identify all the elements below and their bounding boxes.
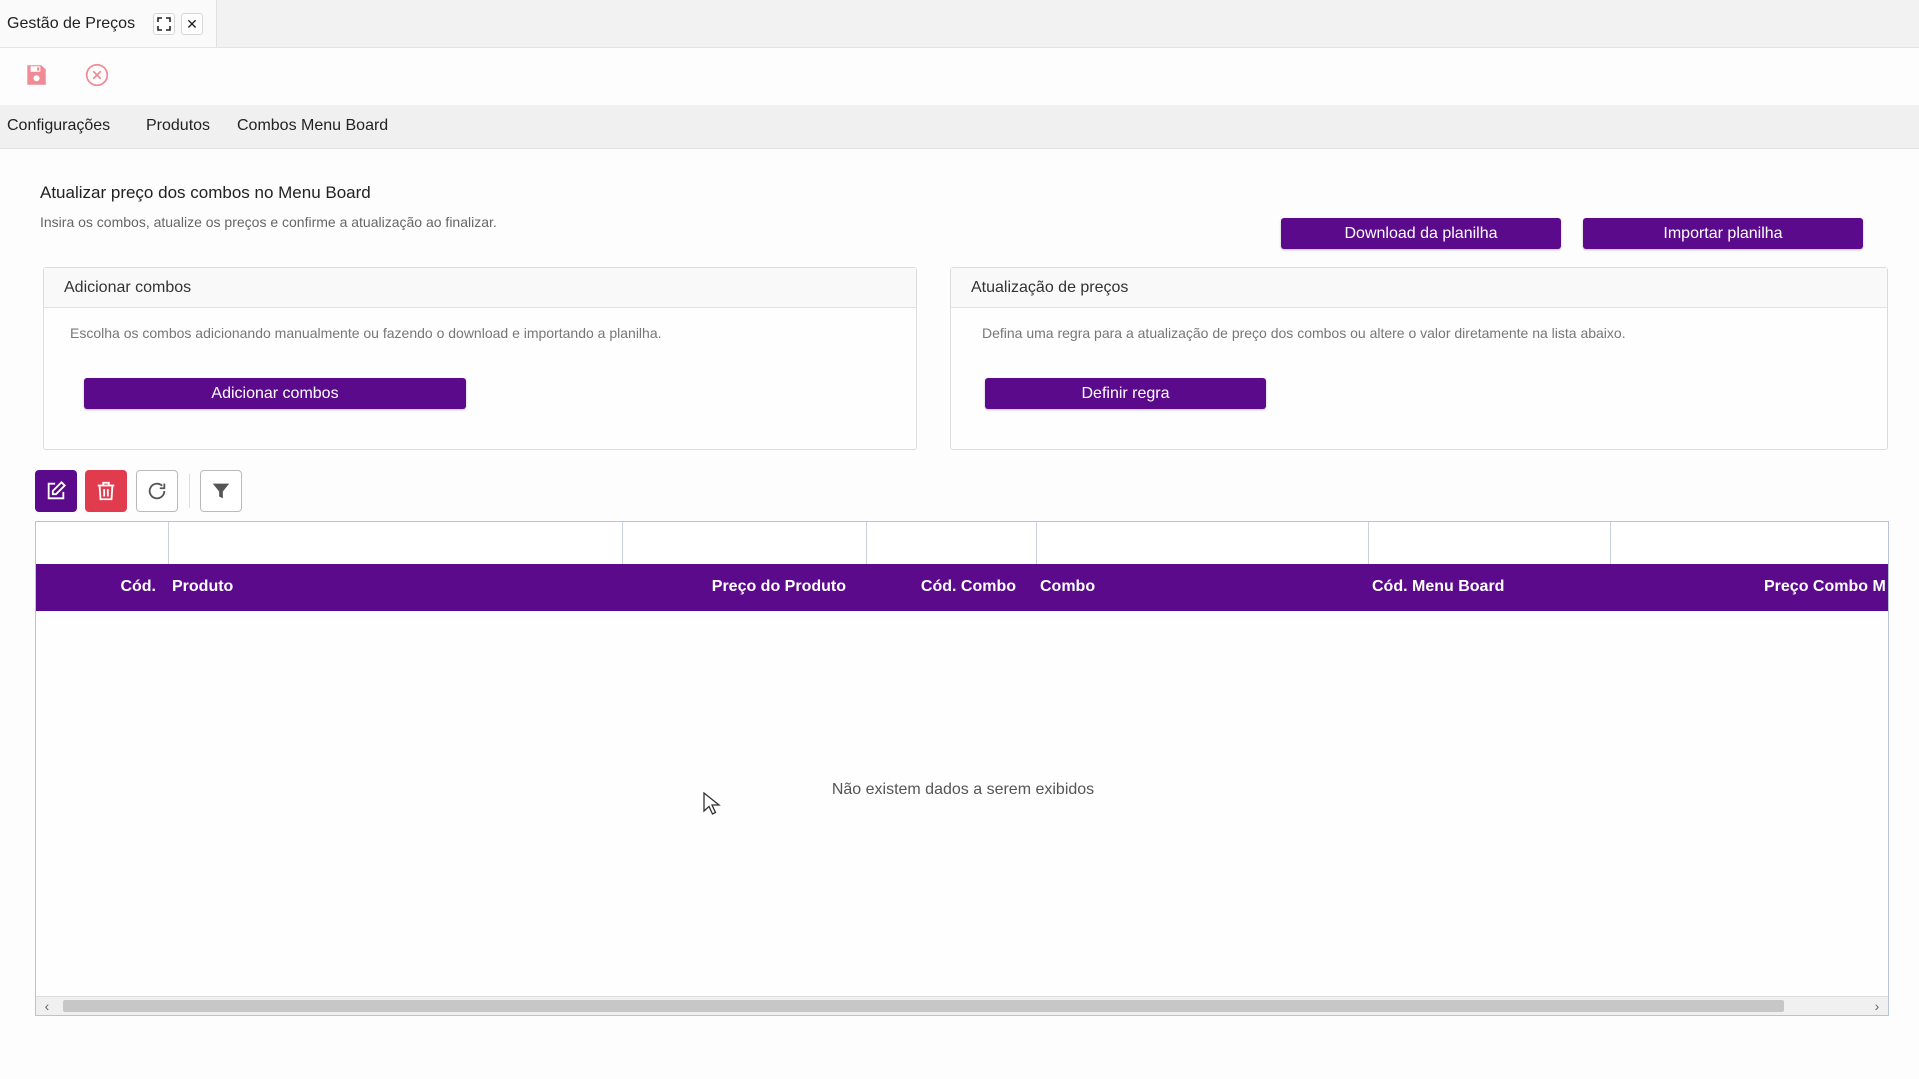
page-subtitle: Insira os combos, atualize os preços e c…	[40, 214, 497, 230]
add-combos-card-title: Adicionar combos	[64, 279, 192, 296]
nav-item-combos-menu-board[interactable]: Combos Menu Board	[237, 117, 388, 135]
nav-item-produtos[interactable]: Produtos	[146, 117, 210, 135]
price-update-card-title: Atualização de preços	[971, 279, 1129, 296]
combos-grid: Cód. Produto Preço do Produto Cód. Combo…	[35, 521, 1889, 1016]
define-rule-button[interactable]: Definir regra	[985, 378, 1266, 409]
import-spreadsheet-button[interactable]: Importar planilha	[1583, 218, 1863, 249]
column-header-cod-combo[interactable]: Cód. Combo	[870, 578, 1016, 596]
column-header-produto[interactable]: Produto	[172, 578, 233, 596]
save-icon[interactable]	[23, 62, 49, 88]
filter-cell-produto[interactable]	[168, 522, 623, 564]
nav-bar: Configurações Produtos Combos Menu Board	[0, 105, 1919, 149]
column-header-preco-combo[interactable]: Preço Combo M	[1764, 578, 1886, 596]
filter-cell-preco-produto[interactable]	[622, 522, 867, 564]
close-icon[interactable]: ✕	[181, 13, 203, 35]
price-update-card: Atualização de preços Defina uma regra p…	[950, 267, 1888, 450]
column-header-cod-menu-board[interactable]: Cód. Menu Board	[1372, 578, 1504, 596]
horizontal-scrollbar[interactable]: ‹ ›	[36, 996, 1888, 1015]
grid-empty-message: Não existem dados a serem exibidos	[831, 781, 1095, 798]
nav-item-configuracoes[interactable]: Configurações	[7, 117, 110, 135]
filter-cell-combo[interactable]	[1036, 522, 1369, 564]
expand-icon[interactable]	[153, 13, 175, 35]
scrollbar-thumb[interactable]	[63, 1000, 1784, 1012]
price-update-card-text: Defina uma regra para a atualização de p…	[982, 325, 1626, 341]
filter-cell-preco-combo[interactable]	[1610, 522, 1888, 564]
add-combos-button[interactable]: Adicionar combos	[84, 378, 466, 409]
tab-gestao-de-precos[interactable]: Gestão de Preços ✕	[0, 0, 217, 47]
grid-header-row: Cód. Produto Preço do Produto Cód. Combo…	[36, 564, 1888, 611]
price-update-card-header: Atualização de preços	[951, 268, 1887, 308]
toolbar-divider	[189, 474, 190, 508]
column-header-cod[interactable]: Cód.	[46, 578, 156, 596]
grid-filter-row	[36, 522, 1888, 565]
refresh-icon[interactable]	[136, 470, 178, 512]
add-combos-card-header: Adicionar combos	[44, 268, 916, 308]
scroll-left-icon[interactable]: ‹	[39, 998, 55, 1014]
page-title: Atualizar preço dos combos no Menu Board	[40, 183, 371, 202]
tab-title: Gestão de Preços	[7, 15, 136, 32]
mouse-cursor-icon	[703, 791, 721, 821]
edit-icon[interactable]	[35, 470, 77, 512]
download-spreadsheet-button[interactable]: Download da planilha	[1281, 218, 1561, 249]
scroll-right-icon[interactable]: ›	[1869, 998, 1885, 1014]
column-header-preco-produto[interactable]: Preço do Produto	[626, 578, 846, 596]
filter-icon[interactable]	[200, 470, 242, 512]
add-combos-card-text: Escolha os combos adicionando manualment…	[70, 325, 662, 341]
column-header-combo[interactable]: Combo	[1040, 578, 1095, 596]
tab-bar: Gestão de Preços ✕	[0, 0, 1919, 48]
add-combos-card: Adicionar combos Escolha os combos adici…	[43, 267, 917, 450]
filter-cell-cod-menu-board[interactable]	[1368, 522, 1611, 564]
filter-cell-cod-combo[interactable]	[866, 522, 1037, 564]
filter-cell-cod[interactable]	[36, 522, 169, 564]
trash-icon[interactable]	[85, 470, 127, 512]
cancel-icon[interactable]	[84, 62, 110, 88]
